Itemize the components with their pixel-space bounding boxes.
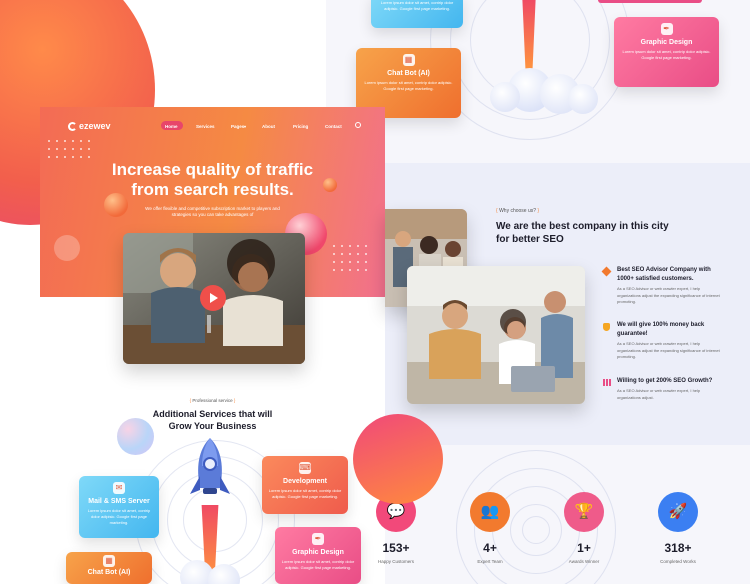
bullet-desc: As a SEO Advisor or web crawler expert, … xyxy=(617,341,720,359)
logo[interactable]: ezewev xyxy=(68,120,111,132)
decorative-circle xyxy=(54,235,80,261)
logo-text: ezewev xyxy=(79,121,111,131)
card-desc: Lorem ipsum dolor sit amet, contrip dolo… xyxy=(268,488,342,499)
card-title: Development xyxy=(283,478,327,485)
chat-icon: 💬 xyxy=(386,503,406,520)
qr-icon: ▦ xyxy=(103,555,115,567)
nav-pricing[interactable]: Pricing xyxy=(293,124,308,129)
play-button[interactable] xyxy=(200,285,226,311)
services-eyebrow-text: Professional service xyxy=(192,398,233,403)
why-eyebrow-text: Why choose us? xyxy=(499,208,537,214)
card-desc: Lorem ipsum dolor sit amet, contrip dolo… xyxy=(380,0,454,11)
stat-value: 153+ xyxy=(382,541,410,555)
card-desc: Lorem ipsum dolor sit amet, contrip dolo… xyxy=(622,49,711,60)
play-icon xyxy=(210,293,218,303)
qr-icon: ▦ xyxy=(402,54,415,66)
top-pink-edge xyxy=(598,0,702,3)
stat-label: Completed Works xyxy=(660,559,696,564)
nav-services[interactable]: Services xyxy=(196,124,215,129)
hero-dot-grid-right xyxy=(333,245,378,275)
bullet-desc: As a SEO Advisor or web crawler expert, … xyxy=(617,286,720,304)
logo-mark-icon xyxy=(68,121,77,131)
card-title: Graphic Design xyxy=(292,549,344,556)
team-photo-front xyxy=(407,266,585,404)
decorative-sphere xyxy=(323,178,337,192)
rocket-clouds xyxy=(490,60,600,120)
nav-contact[interactable]: Contact xyxy=(325,124,342,129)
search-icon[interactable] xyxy=(355,122,361,128)
services-title: Additional Services that will Grow Your … xyxy=(40,408,385,432)
card-title: Graphic Design xyxy=(640,39,693,46)
hero-video-thumbnail[interactable] xyxy=(123,233,305,364)
team-icon: 👥 xyxy=(480,503,500,520)
podium-icon: 🏆 xyxy=(574,503,594,520)
decorative-gradient-circle xyxy=(353,414,443,504)
stat-label: Awards Winner xyxy=(568,559,600,564)
nav-home[interactable]: Home xyxy=(165,124,178,129)
service-card-development[interactable]: ⌨ Development Lorem ipsum dolor sit amet… xyxy=(262,456,348,514)
why-eyebrow: { Why choose us? } xyxy=(496,208,540,214)
chevron-down-icon: ▾ xyxy=(244,124,247,129)
why-title-line1: We are the best company in this city xyxy=(496,221,669,232)
why-title: We are the best company in this city for… xyxy=(496,220,726,246)
chart-icon xyxy=(603,379,611,386)
stat-icon-awards: 🏆 xyxy=(564,492,604,532)
why-bullet-2: We will give 100% money back guarantee! … xyxy=(603,321,723,361)
stat-value: 318+ xyxy=(664,541,692,555)
pen-icon: ✒ xyxy=(312,533,324,545)
rocket-icon: 🚀 xyxy=(668,503,688,520)
pen-icon: ✒ xyxy=(660,23,673,35)
why-title-line2: for better SEO xyxy=(496,234,564,245)
card-desc: Lorem ipsum dolor sit amet, contrip dolo… xyxy=(281,559,355,570)
diamond-icon xyxy=(601,266,612,277)
card-desc: Lorem ipsum dolor sit amet, contrip dolo… xyxy=(87,508,151,525)
services-title-line2: Grow Your Business xyxy=(168,421,257,431)
hero-title-line1: Increase quality of traffic xyxy=(111,160,314,179)
card-title: Chat Bot (AI) xyxy=(387,70,430,77)
mail-icon: ✉ xyxy=(113,482,125,494)
rocket-icon xyxy=(188,436,232,508)
rocket-clouds xyxy=(170,560,260,584)
hero-dot-grid xyxy=(48,140,93,160)
code-icon: ⌨ xyxy=(299,462,311,474)
card-title: Chat Bot (AI) xyxy=(87,569,131,576)
stat-icon-works: 🚀 xyxy=(658,492,698,532)
stat-label: Happy Customers xyxy=(377,559,414,564)
why-bullet-3: Willing to get 200% SEO Growth? As a SEO… xyxy=(603,377,723,401)
landing-page-mockup: Lorem ipsum dolor sit amet, contrip dolo… xyxy=(0,0,750,584)
bullet-title: Best SEO Advisor Company with 1000+ sati… xyxy=(617,267,711,282)
service-card-chatbot[interactable]: ▦ Chat Bot (AI) xyxy=(66,552,152,584)
top-service-card[interactable]: Lorem ipsum dolor sit amet, contrip dolo… xyxy=(371,0,463,28)
service-card-graphic-top[interactable]: ✒ Graphic Design Lorem ipsum dolor sit a… xyxy=(614,17,719,87)
services-title-line1: Additional Services that will xyxy=(152,409,273,419)
stat-label: Expert Team xyxy=(477,559,503,564)
decorative-sphere xyxy=(104,193,128,217)
shield-icon xyxy=(603,323,610,331)
nav-about[interactable]: About xyxy=(262,124,275,129)
bullet-desc: As a SEO Advisor or web crawler expert, … xyxy=(617,388,701,400)
hero-subtitle: We offer flexible and competitive subscr… xyxy=(40,206,385,218)
bullet-title: We will give 100% money back guarantee! xyxy=(617,322,705,337)
bullet-title: Willing to get 200% SEO Growth? xyxy=(617,378,713,384)
stat-icon-team: 👥 xyxy=(470,492,510,532)
card-desc: Lorem ipsum dolor sit amet, contrip dolo… xyxy=(364,80,453,91)
stat-value: 4+ xyxy=(483,541,497,555)
stat-value: 1+ xyxy=(577,541,591,555)
service-card-graphic[interactable]: ✒ Graphic Design Lorem ipsum dolor sit a… xyxy=(275,527,361,584)
why-bullet-1: Best SEO Advisor Company with 1000+ sati… xyxy=(601,266,723,306)
service-card-mail[interactable]: ✉ Mail & SMS Server Lorem ipsum dolor si… xyxy=(79,476,159,538)
nav-pages[interactable]: Pages xyxy=(231,124,244,129)
hero-subtitle-line2: strategies so you can take advantages of xyxy=(171,212,254,217)
services-eyebrow: { Professional service } xyxy=(189,398,236,403)
card-title: Mail & SMS Server xyxy=(88,498,150,505)
